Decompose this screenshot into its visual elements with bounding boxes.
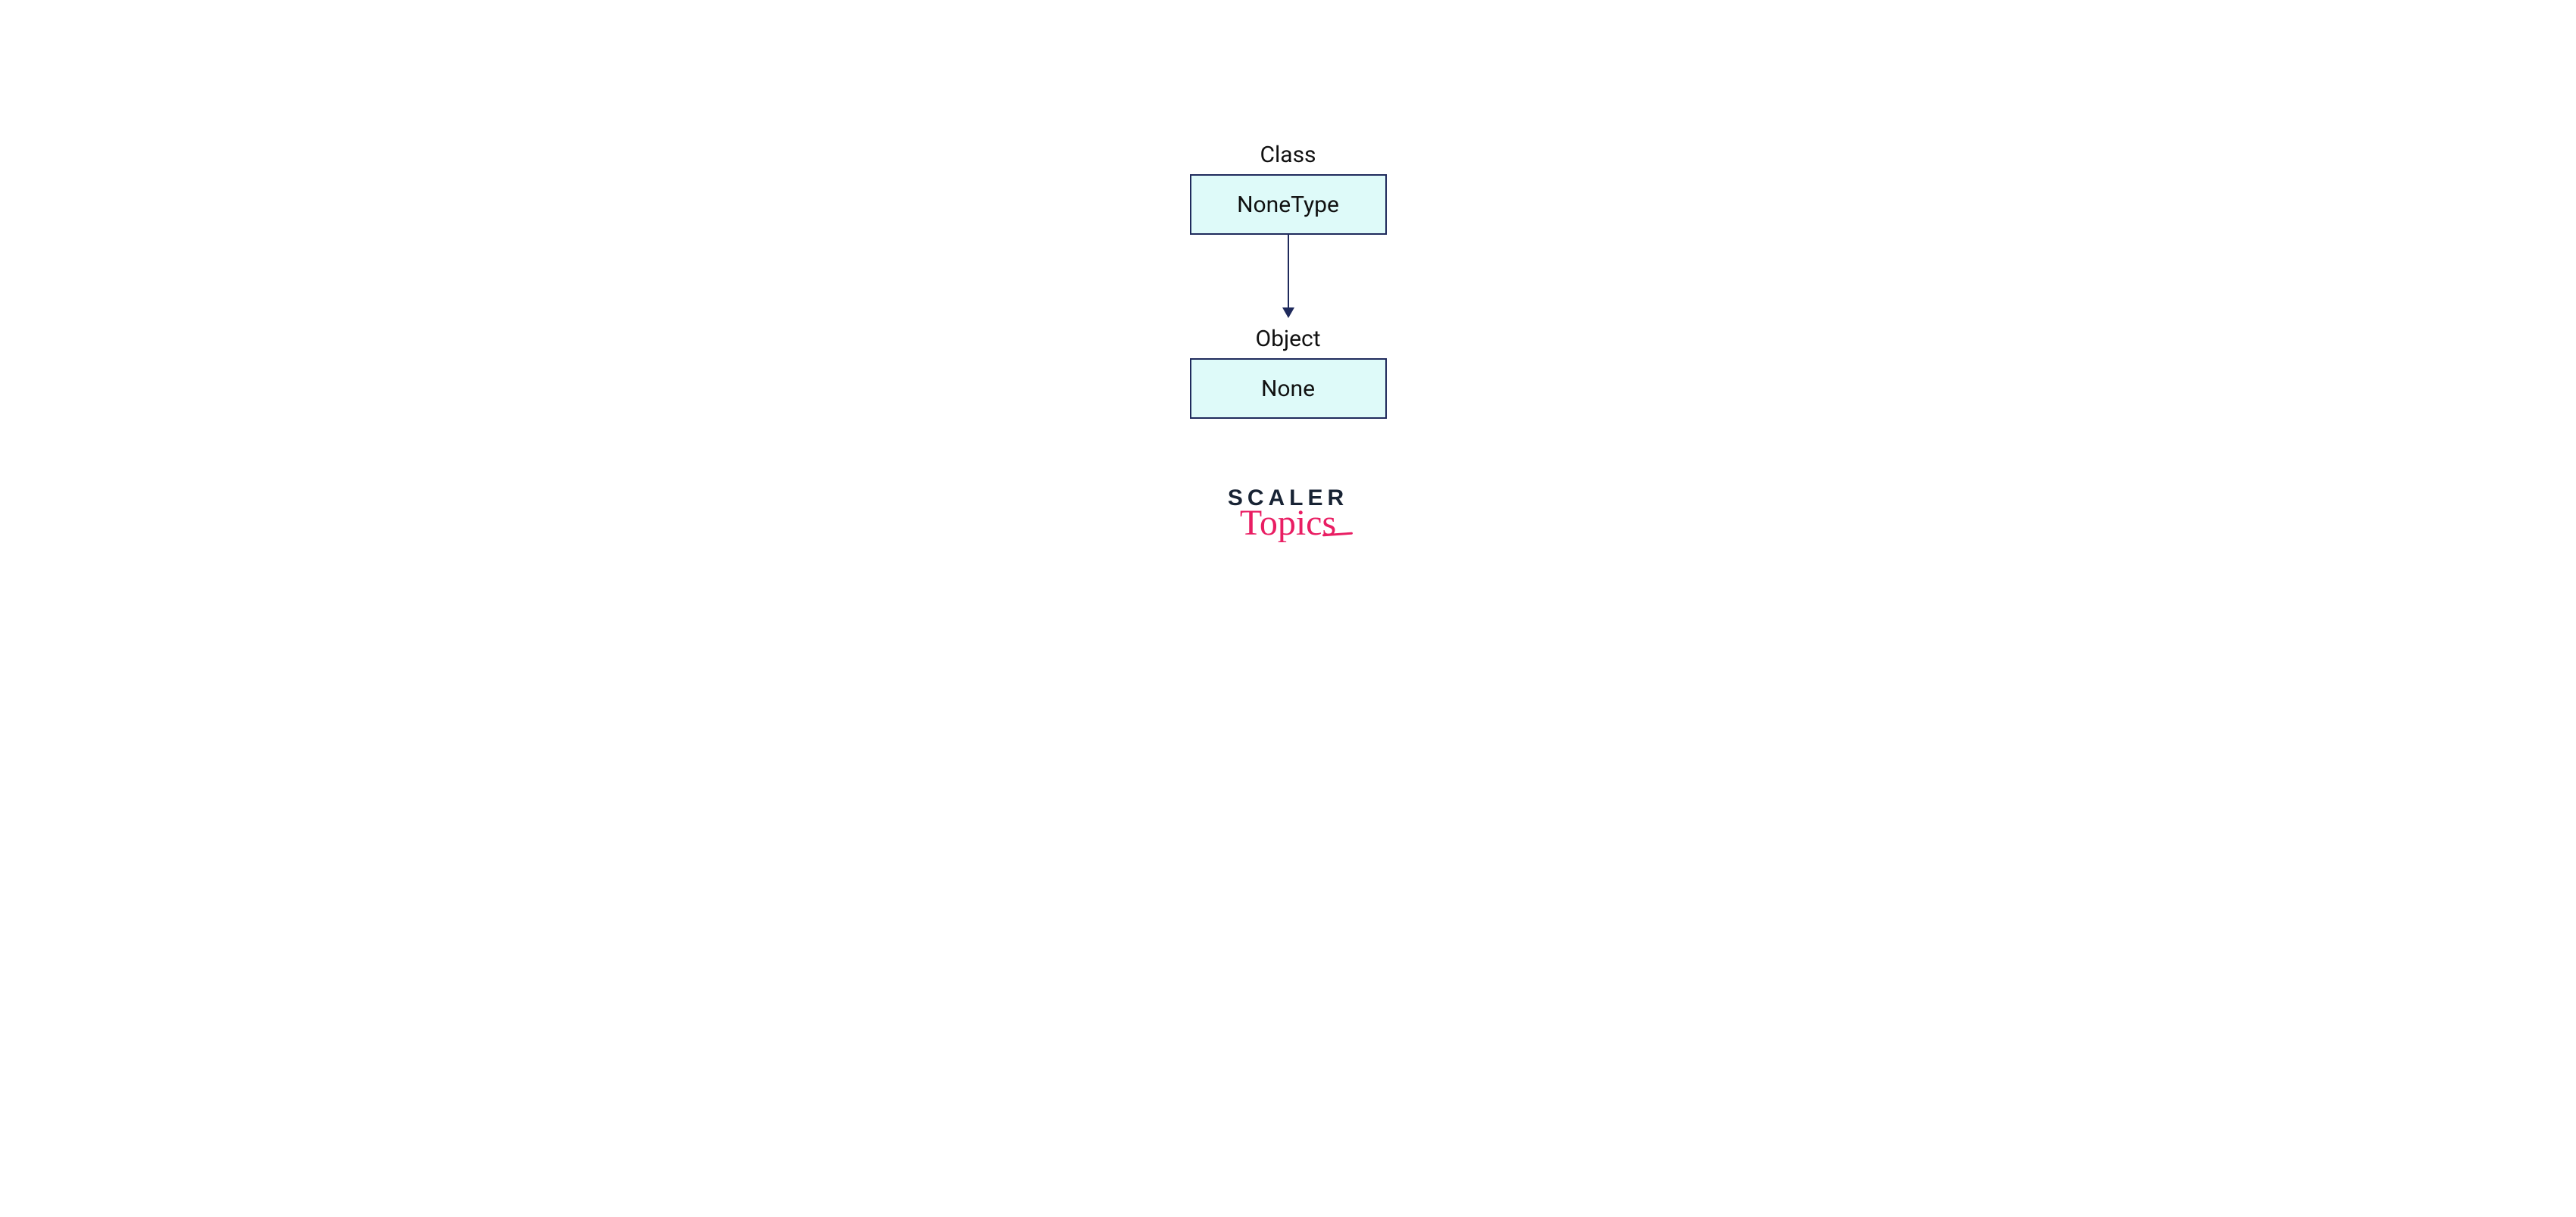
- canvas: Class NoneType Object None SCALER Topics: [0, 0, 2576, 1217]
- object-box: None: [1190, 358, 1387, 419]
- arrow-down-icon: [1288, 235, 1289, 318]
- arrow-head-icon: [1282, 307, 1294, 318]
- arrow-shaft: [1288, 235, 1289, 307]
- class-box: NoneType: [1190, 174, 1387, 235]
- nonetype-diagram: Class NoneType Object None: [1190, 142, 1387, 419]
- class-label: Class: [1260, 142, 1316, 168]
- scaler-topics-logo: SCALER Topics: [1228, 487, 1348, 541]
- logo-line2: Topics: [1240, 505, 1336, 541]
- object-label: Object: [1255, 326, 1320, 352]
